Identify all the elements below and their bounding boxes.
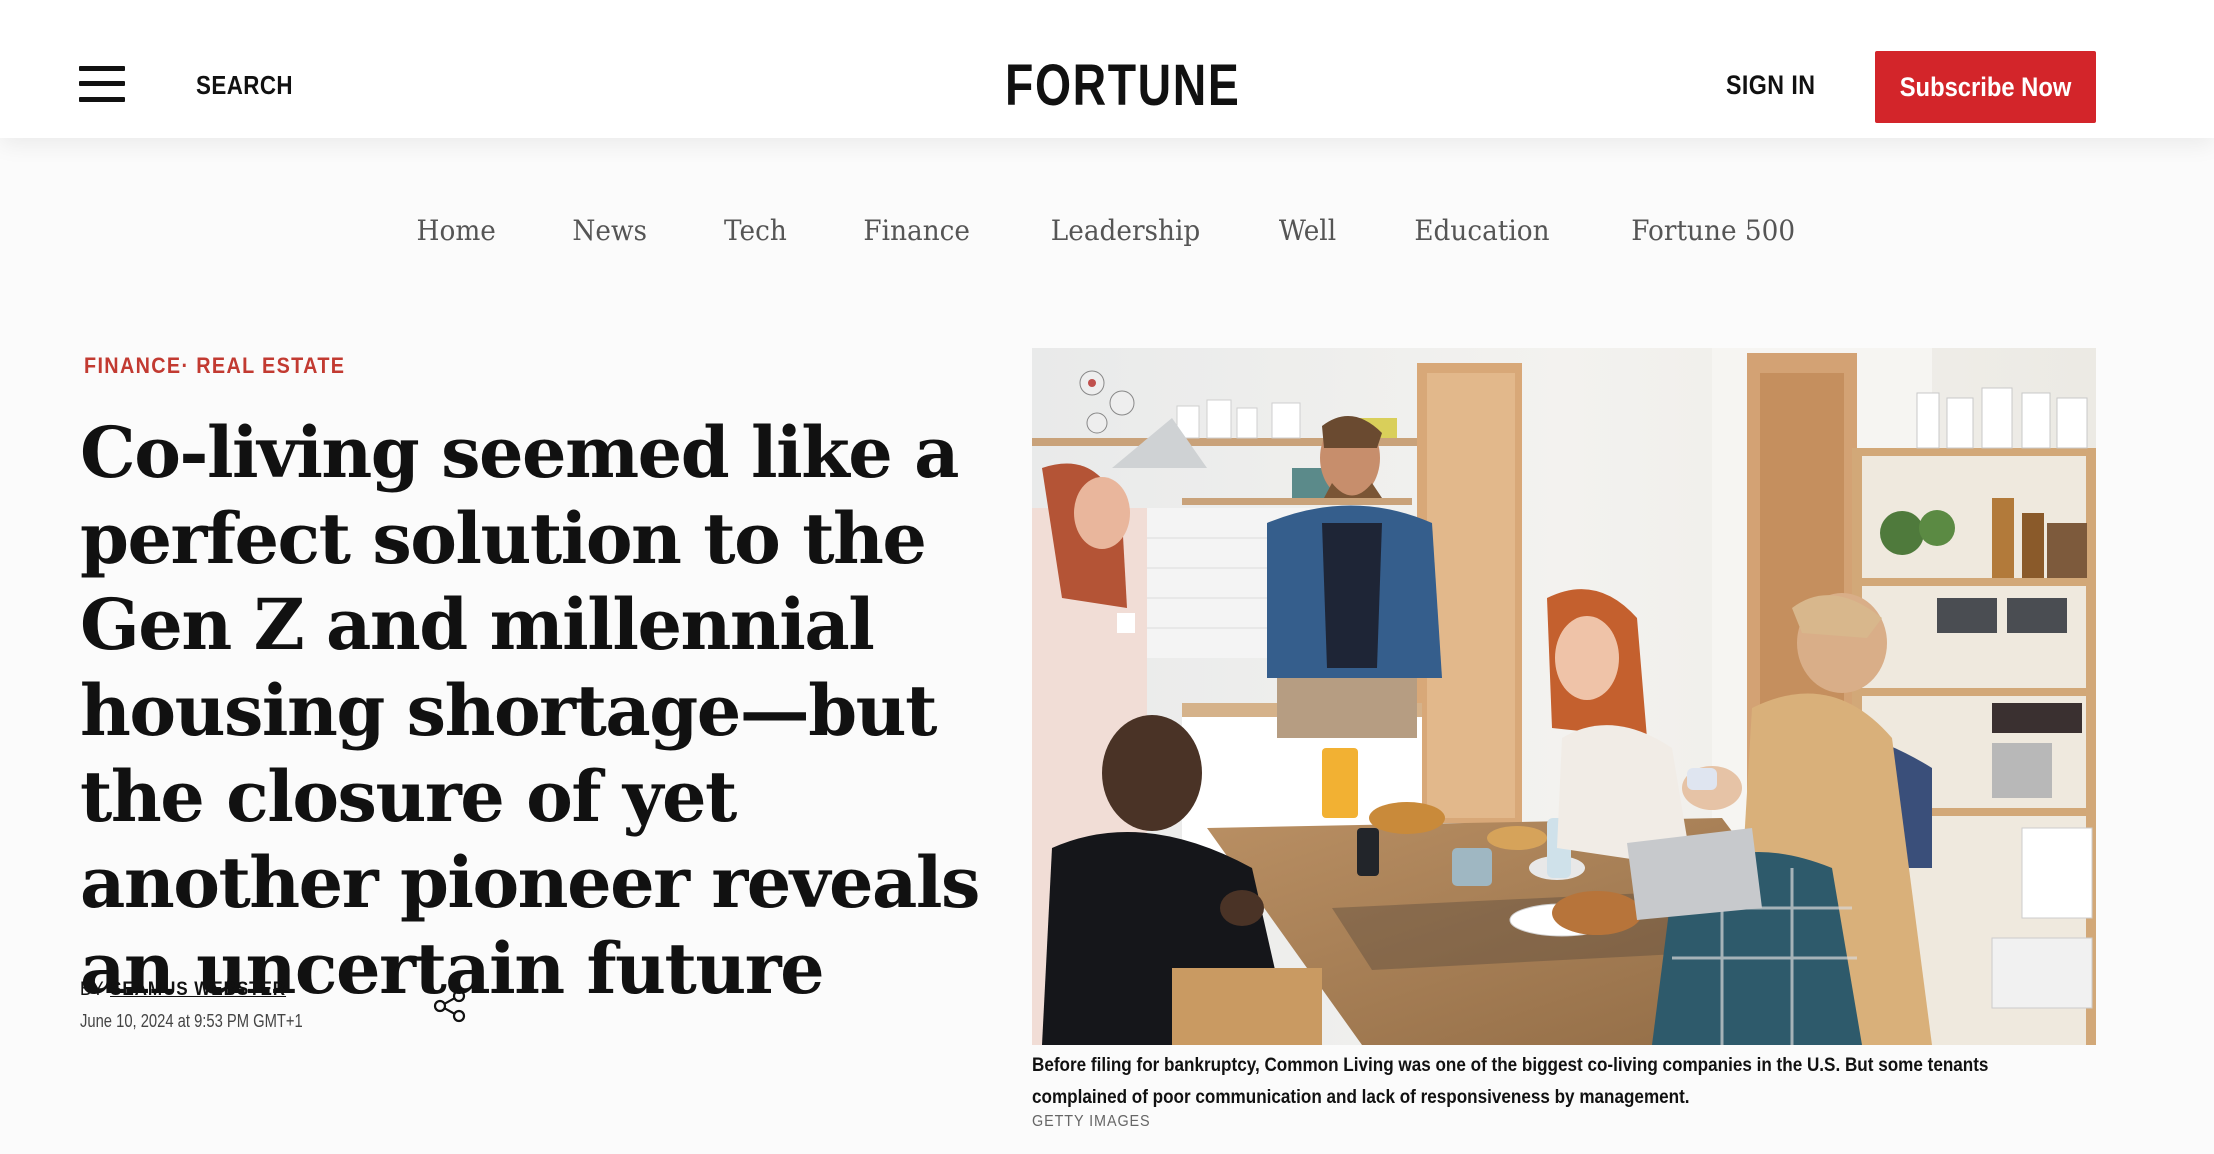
- sign-in-link[interactable]: SIGN IN: [1726, 70, 1815, 101]
- nav-item-education[interactable]: Education: [1414, 214, 1549, 266]
- byline: BY SEAMUS WEBSTER: [80, 979, 286, 1001]
- subscribe-button[interactable]: Subscribe Now: [1875, 51, 2096, 123]
- search-link[interactable]: SEARCH: [196, 70, 293, 101]
- coliving-kitchen-photo: [1032, 348, 2096, 1045]
- nav-item-home[interactable]: Home: [416, 214, 495, 266]
- category-separator: ·: [181, 353, 190, 378]
- nav-item-well[interactable]: Well: [1279, 214, 1336, 266]
- nav-item-finance[interactable]: Finance: [864, 214, 971, 266]
- share-icon[interactable]: [432, 988, 468, 1024]
- category-link-real-estate[interactable]: REAL ESTATE: [196, 353, 345, 378]
- publish-date: June 10, 2024 at 9:53 PM GMT+1: [80, 1011, 303, 1031]
- author-link[interactable]: SEAMUS WEBSTER: [110, 979, 286, 1000]
- fortune-logo[interactable]: FORTUNE: [1005, 52, 1239, 119]
- photo-caption: Before filing for bankruptcy, Common Liv…: [1032, 1055, 1989, 1108]
- nav-item-leadership[interactable]: Leadership: [1051, 214, 1200, 266]
- top-header: SEARCH FORTUNE SIGN IN Subscribe Now: [0, 0, 2214, 138]
- hamburger-menu-icon[interactable]: [79, 64, 125, 104]
- byline-prefix: BY: [80, 979, 105, 1000]
- article-headline: Co-living seemed like a perfect solution…: [80, 411, 980, 1010]
- section-nav: Home News Tech Finance Leadership Well E…: [0, 214, 2214, 266]
- article-photo: [1032, 348, 2096, 1045]
- photo-credit: GETTY IMAGES: [1032, 1113, 1151, 1130]
- subscribe-button-label: Subscribe Now: [1899, 71, 2072, 102]
- nav-item-tech[interactable]: Tech: [724, 214, 787, 266]
- category-link-finance[interactable]: FINANCE: [84, 353, 181, 378]
- nav-item-fortune-500[interactable]: Fortune 500: [1631, 214, 1795, 266]
- nav-item-news[interactable]: News: [573, 214, 648, 266]
- article-categories: FINANCE· REAL ESTATE: [84, 353, 345, 379]
